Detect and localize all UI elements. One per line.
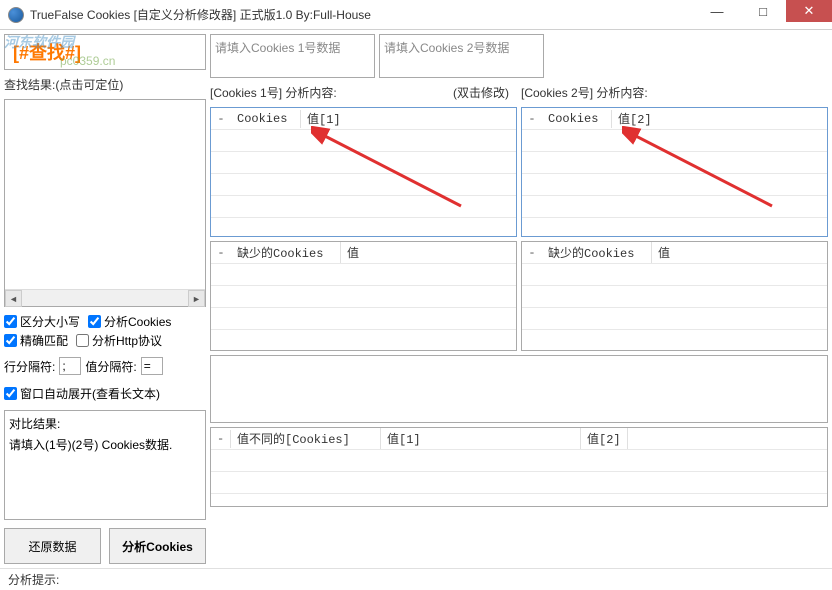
col-value2: 值[2]	[612, 108, 658, 129]
options-group: 区分大小写 分析Cookies 精确匹配 分析Http协议	[4, 311, 206, 351]
label1-hint: (双击修改)	[453, 84, 517, 101]
label1-text: [Cookies 1号] 分析内容:	[210, 84, 337, 101]
exact-match-checkbox[interactable]: 精确匹配	[4, 332, 68, 349]
table-row[interactable]	[211, 472, 827, 494]
auto-expand-checkbox[interactable]: 窗口自动展开(查看长文本)	[4, 381, 206, 406]
col-cookies: Cookies	[231, 110, 301, 128]
cookies1-analysis-label: [Cookies 1号] 分析内容: (双击修改)	[210, 82, 517, 103]
col-diff-val1: 值[1]	[381, 428, 581, 449]
grid-header-row: - 值不同的[Cookies] 值[1] 值[2]	[211, 428, 827, 450]
table-row[interactable]	[522, 174, 827, 196]
cookies-label: 分析Cookies	[104, 313, 171, 330]
grid-header-row: - 缺少的Cookies 值	[522, 242, 827, 264]
title-bar: TrueFalse Cookies [自定义分析修改器] 正式版1.0 By:F…	[0, 0, 832, 30]
expand-icon[interactable]: -	[522, 244, 542, 262]
autoexpand-label: 窗口自动展开(查看长文本)	[20, 385, 160, 402]
row-sep-label: 行分隔符:	[4, 358, 55, 375]
analyze-http-checkbox[interactable]: 分析Http协议	[76, 332, 162, 349]
row-sep-input[interactable]	[59, 357, 81, 375]
table-row[interactable]	[211, 196, 516, 218]
horizontal-scrollbar[interactable]: ◄ ►	[5, 289, 205, 306]
compare-label: 对比结果:	[9, 415, 201, 432]
table-row[interactable]	[211, 450, 827, 472]
left-column: [#查找#] 查找结果:(点击可定位) ◄ ► 区分大小写 分析Cookies …	[4, 34, 206, 564]
expand-icon[interactable]: -	[211, 110, 231, 128]
analysis-grid-row: - Cookies 值[1] - Cookies 值[2]	[210, 107, 828, 237]
table-row[interactable]	[211, 152, 516, 174]
cookies1-input[interactable]	[210, 34, 375, 78]
restore-button[interactable]: 还原数据	[4, 528, 101, 564]
case-sensitive-checkbox[interactable]: 区分大小写	[4, 313, 80, 330]
table-row[interactable]	[211, 308, 516, 330]
col-value1: 值[1]	[301, 108, 347, 129]
col-cookies: Cookies	[542, 110, 612, 128]
val-sep-input[interactable]	[141, 357, 163, 375]
expand-icon[interactable]: -	[211, 430, 231, 448]
diff-grid[interactable]: - 值不同的[Cookies] 值[1] 值[2]	[210, 427, 828, 507]
window-controls: — □ ✕	[694, 0, 832, 22]
table-row[interactable]	[211, 130, 516, 152]
cookies2-input[interactable]	[379, 34, 544, 78]
table-row[interactable]	[522, 264, 827, 286]
grid-header-row: - Cookies 值[2]	[522, 108, 827, 130]
scroll-right-icon[interactable]: ►	[188, 290, 205, 307]
table-row[interactable]	[522, 308, 827, 330]
col-value: 值	[341, 242, 365, 263]
compare-message: 请填入(1号)(2号) Cookies数据.	[9, 436, 201, 453]
case-label: 区分大小写	[20, 313, 80, 330]
expand-icon[interactable]: -	[211, 244, 231, 262]
results-label: 查找结果:(点击可定位)	[4, 74, 206, 95]
missing1-grid[interactable]: - 缺少的Cookies 值	[210, 241, 517, 351]
separator-row: 行分隔符: 值分隔符:	[4, 355, 206, 377]
cookies2-analysis-label: [Cookies 2号] 分析内容:	[521, 82, 828, 103]
window-title: TrueFalse Cookies [自定义分析修改器] 正式版1.0 By:F…	[30, 6, 371, 23]
analyze-button[interactable]: 分析Cookies	[109, 528, 206, 564]
col-missing: 缺少的Cookies	[542, 242, 652, 263]
missing-grid-row: - 缺少的Cookies 值 - 缺少的Cookies 值	[210, 241, 828, 351]
scroll-track[interactable]	[22, 290, 188, 306]
close-button[interactable]: ✕	[786, 0, 832, 22]
cookies1-grid[interactable]: - Cookies 值[1]	[210, 107, 517, 237]
col-value: 值	[652, 242, 676, 263]
table-row[interactable]	[522, 130, 827, 152]
table-row[interactable]	[211, 174, 516, 196]
table-row[interactable]	[522, 196, 827, 218]
search-results-list[interactable]: ◄ ►	[4, 99, 206, 307]
cookies2-grid[interactable]: - Cookies 值[2]	[521, 107, 828, 237]
analysis-label-row: [Cookies 1号] 分析内容: (双击修改) [Cookies 2号] 分…	[210, 82, 828, 103]
button-row: 还原数据 分析Cookies	[4, 528, 206, 564]
search-input[interactable]: [#查找#]	[4, 34, 206, 70]
right-column: [Cookies 1号] 分析内容: (双击修改) [Cookies 2号] 分…	[210, 34, 828, 564]
missing2-grid[interactable]: - 缺少的Cookies 值	[521, 241, 828, 351]
app-icon	[8, 7, 24, 23]
table-row[interactable]	[522, 152, 827, 174]
col-missing: 缺少的Cookies	[231, 242, 341, 263]
grid-header-row: - Cookies 值[1]	[211, 108, 516, 130]
col-diff-cookies: 值不同的[Cookies]	[231, 428, 381, 449]
diff-text-area[interactable]	[210, 355, 828, 423]
col-diff-val2: 值[2]	[581, 428, 628, 449]
scroll-left-icon[interactable]: ◄	[5, 290, 22, 307]
exact-label: 精确匹配	[20, 332, 68, 349]
input-row	[210, 34, 828, 78]
main-content: [#查找#] 查找结果:(点击可定位) ◄ ► 区分大小写 分析Cookies …	[0, 30, 832, 568]
compare-results-box: 对比结果: 请填入(1号)(2号) Cookies数据.	[4, 410, 206, 520]
table-row[interactable]	[211, 286, 516, 308]
table-row[interactable]	[211, 264, 516, 286]
grid-header-row: - 缺少的Cookies 值	[211, 242, 516, 264]
http-label: 分析Http协议	[92, 332, 162, 349]
minimize-button[interactable]: —	[694, 0, 740, 22]
maximize-button[interactable]: □	[740, 0, 786, 22]
expand-icon[interactable]: -	[522, 110, 542, 128]
table-row[interactable]	[522, 286, 827, 308]
analyze-cookies-checkbox[interactable]: 分析Cookies	[88, 313, 171, 330]
val-sep-label: 值分隔符:	[85, 358, 136, 375]
status-bar: 分析提示:	[0, 568, 832, 590]
